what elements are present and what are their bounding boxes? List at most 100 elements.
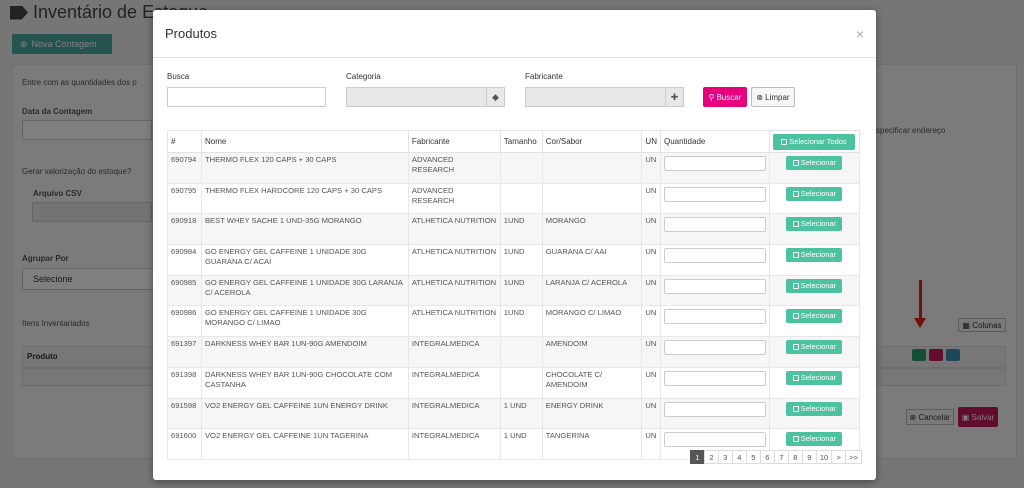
cell-tamanho [499, 336, 543, 368]
cell-id: 690794 [167, 152, 202, 184]
table-row: 691598 VO2 ENERGY GEL CAFFEINE 1UN ENERGY… [167, 397, 861, 430]
cell-select: Selecionar [768, 244, 861, 276]
cell-nome: DARKNESS WHEY BAR 1UN-90G CHOCOLATE COM … [200, 366, 409, 399]
cell-id: 691397 [167, 336, 202, 368]
table-header: # Nome Fabricante Tamanho Cor/Sabor UN Q… [167, 130, 861, 153]
page-link[interactable]: 4 [731, 450, 747, 464]
cell-un: UN [641, 336, 661, 368]
select-button[interactable]: Selecionar [786, 432, 843, 447]
cell-un: UN [641, 274, 661, 307]
cell-quantidade [659, 336, 770, 368]
col-select: Selecionar Todos [768, 130, 861, 153]
cell-un: UN [641, 428, 661, 460]
quantity-input[interactable] [663, 432, 766, 448]
cell-cor: MORANGO [541, 213, 643, 246]
page-link[interactable]: 9 [801, 450, 817, 464]
page-link[interactable]: 1 [689, 450, 705, 464]
cell-tamanho: 1 UND [499, 397, 543, 430]
check-icon [792, 221, 799, 228]
table-row: 690985 GO ENERGY GEL CAFFEINE 1 UNIDADE 3… [167, 274, 861, 307]
select-button[interactable]: Selecionar [786, 309, 843, 324]
select-button[interactable]: Selecionar [786, 217, 843, 232]
col-cor: Cor/Sabor [541, 130, 643, 153]
quantity-input[interactable] [663, 248, 766, 264]
quantity-input[interactable] [663, 340, 766, 356]
table-row: 690794 THERMO FLEX 120 CAPS + 30 CAPS ADVA… [167, 152, 861, 184]
select-all-button[interactable]: Selecionar Todos [772, 133, 855, 150]
buscar-button[interactable]: ⚲ Buscar [703, 87, 747, 107]
page-link[interactable]: 2 [703, 450, 719, 464]
table-row: 691398 DARKNESS WHEY BAR 1UN-90G CHOCOLAT… [167, 366, 861, 399]
categoria-input[interactable]: ◆ [346, 87, 505, 107]
cell-tamanho: 1 UND [499, 428, 543, 460]
cell-cor: MORANGO C/ LIMAO [541, 305, 643, 338]
check-icon [792, 252, 799, 259]
limpar-label: Limpar [765, 92, 790, 102]
select-label: Selecionar [800, 311, 837, 321]
check-icon [792, 374, 799, 381]
select-label: Selecionar [800, 342, 837, 352]
page-link[interactable]: 5 [745, 450, 761, 464]
page-link[interactable]: 8 [787, 450, 803, 464]
quantity-input[interactable] [663, 401, 766, 417]
fabricante-input[interactable]: ✚ [525, 87, 684, 107]
products-table: # Nome Fabricante Tamanho Cor/Sabor UN Q… [167, 130, 861, 460]
col-id: # [167, 130, 202, 153]
buscar-label: Buscar [716, 92, 742, 102]
quantity-input[interactable] [663, 278, 766, 294]
cell-cor: CHOCOLATE C/ AMENDOIM [541, 366, 643, 399]
cell-quantidade [659, 152, 770, 184]
check-icon [792, 313, 799, 320]
page-link[interactable]: 3 [717, 450, 733, 464]
quantity-input[interactable] [663, 217, 766, 233]
cell-fabricante: INTEGRALMEDICA [407, 336, 501, 368]
select-button[interactable]: Selecionar [786, 156, 843, 170]
col-un: UN [641, 130, 661, 153]
quantity-input[interactable] [663, 370, 766, 386]
select-button[interactable]: Selecionar [786, 278, 843, 293]
cell-fabricante: ADVANCED RESEARCH [407, 152, 501, 184]
cell-cor: LARANJA C/ ACEROLA [541, 274, 643, 307]
select-button[interactable]: Selecionar [786, 340, 843, 355]
page-link[interactable]: 6 [759, 450, 775, 464]
select-button[interactable]: Selecionar [786, 401, 843, 416]
cell-tamanho [499, 182, 543, 215]
cell-tamanho: 1UND [499, 274, 543, 307]
table-body: 690794 THERMO FLEX 120 CAPS + 30 CAPS ADVA… [167, 152, 861, 460]
cell-fabricante: INTEGRALMEDICA [407, 397, 501, 430]
cell-fabricante: ADVANCED RESEARCH [407, 182, 501, 215]
cell-id: 690984 [167, 244, 202, 276]
quantity-input[interactable] [663, 156, 766, 171]
cell-tamanho: 1UND [499, 213, 543, 246]
cell-fabricante: INTEGRALMEDICA [407, 428, 501, 460]
select-button[interactable]: Selecionar [786, 248, 843, 263]
fabricante-label: Fabricante [525, 72, 563, 81]
cell-un: UN [641, 397, 661, 430]
page-link[interactable]: >> [845, 450, 862, 464]
busca-input[interactable] [167, 87, 326, 107]
page-link[interactable]: 10 [815, 450, 833, 464]
table-row: 690986 GO ENERGY GEL CAFFEINE 1 UNIDADE 3… [167, 305, 861, 338]
quantity-input[interactable] [663, 309, 766, 325]
cell-id: 690795 [167, 182, 202, 215]
cell-cor [541, 182, 643, 215]
table-row: 690984 GO ENERGY GEL CAFFEINE 1 UNIDADE 3… [167, 244, 861, 276]
select-button[interactable]: Selecionar [786, 186, 843, 201]
quantity-input[interactable] [663, 186, 766, 202]
cell-quantidade [659, 182, 770, 215]
modal-title: Produtos [165, 26, 218, 41]
cell-nome: GO ENERGY GEL CAFFEINE 1 UNIDADE 30G MOR… [200, 305, 409, 338]
cell-cor [541, 152, 643, 184]
limpar-button[interactable]: ⊗ Limpar [751, 87, 795, 107]
cell-select: Selecionar [768, 213, 861, 246]
cell-id: 691600 [167, 428, 202, 460]
cell-fabricante: ATLHETICA NUTRITION [407, 274, 501, 307]
close-icon[interactable]: × [856, 26, 864, 42]
select-button[interactable]: Selecionar [786, 370, 843, 385]
cell-quantidade [659, 397, 770, 430]
cell-tamanho: 1UND [499, 244, 543, 276]
page-link[interactable]: > [831, 450, 847, 464]
cell-select: Selecionar [768, 305, 861, 338]
page-link[interactable]: 7 [773, 450, 789, 464]
cell-quantidade [659, 213, 770, 246]
